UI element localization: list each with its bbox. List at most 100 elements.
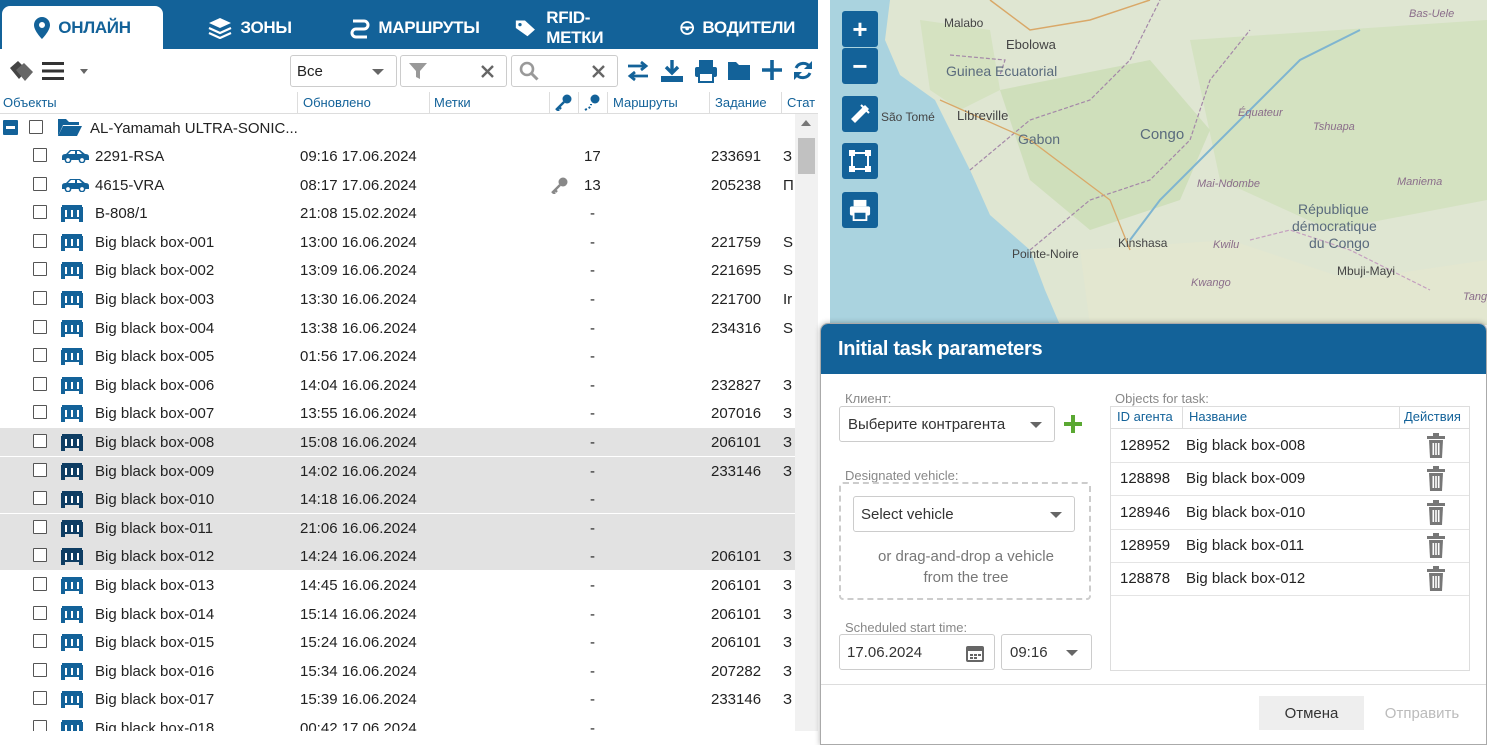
row-checkbox[interactable] [33, 405, 47, 420]
zoom-out-button[interactable]: − [842, 48, 878, 84]
col-agent-id[interactable]: ID агента [1117, 409, 1173, 424]
list-menu-icon[interactable] [42, 61, 66, 81]
row-checkbox[interactable] [33, 233, 47, 248]
col-task[interactable]: Задание [715, 95, 767, 110]
zoom-in-button[interactable]: + [842, 11, 878, 47]
row-checkbox[interactable] [33, 491, 47, 506]
table-row[interactable]: B-808/1 21:08 15.02.2024 - [0, 199, 795, 227]
row-checkbox[interactable] [33, 662, 47, 677]
row-checkbox[interactable] [33, 205, 47, 220]
swap-icon[interactable] [626, 60, 650, 82]
table-row[interactable]: Big black box-003 13:30 16.06.2024 - 221700… [0, 285, 795, 313]
row-checkbox[interactable] [33, 262, 47, 277]
measure-button[interactable] [842, 96, 878, 132]
route-map-icon[interactable] [583, 94, 601, 111]
row-checkbox[interactable] [33, 291, 47, 305]
trash-icon[interactable] [1425, 566, 1447, 595]
row-checkbox[interactable] [33, 634, 47, 649]
scroll-up-arrow[interactable] [801, 120, 811, 126]
tab-online[interactable]: ОНЛАЙН [2, 6, 163, 49]
row-checkbox[interactable] [33, 176, 47, 191]
table-row[interactable]: Big black box-002 13:09 16.06.2024 - 221695… [0, 256, 795, 284]
steering-wheel-icon [680, 20, 695, 35]
start-time-select[interactable]: 09:16 [1001, 634, 1092, 670]
trash-icon[interactable] [1425, 466, 1447, 495]
task-dialog: Initial task parameters Клиент: Выберите… [820, 323, 1487, 745]
col-tags[interactable]: Метки [434, 95, 471, 110]
tab-rfid[interactable]: RFID-МЕТКИ [515, 6, 630, 49]
table-row[interactable]: Big black box-015 15:24 16.06.2024 - 206101… [0, 628, 795, 656]
filter-select[interactable]: Все [290, 55, 397, 87]
row-checkbox[interactable] [33, 519, 47, 534]
table-row[interactable]: Big black box-017 15:39 16.06.2024 - 233146… [0, 685, 795, 713]
table-row[interactable]: Big black box-010 14:18 16.06.2024 - [0, 485, 795, 514]
table-row[interactable]: Big black box-011 21:06 16.06.2024 - [0, 513, 795, 542]
row-checkbox[interactable] [33, 462, 47, 477]
table-row[interactable]: Big black box-013 14:45 16.06.2024 - 206101… [0, 571, 795, 599]
plus-icon[interactable] [761, 59, 783, 81]
row-checkbox[interactable] [33, 548, 47, 563]
table-row[interactable]: Big black box-007 13:55 16.06.2024 - 207016… [0, 399, 795, 427]
col-objects[interactable]: Объекты [3, 95, 57, 110]
table-row[interactable]: Big black box-004 13:38 16.06.2024 - 234316… [0, 314, 795, 342]
download-icon[interactable] [660, 59, 684, 83]
table-row[interactable]: 2291-RSA 09:16 17.06.2024 17 233691 З [0, 142, 795, 170]
group-row[interactable]: AL-Yamamah ULTRA-SONIC... [0, 114, 795, 142]
map[interactable]: Malabo Ebolowa Guinea Ecuatorial São Tom… [830, 0, 1487, 325]
row-checkbox[interactable] [33, 720, 47, 731]
table-row[interactable]: Big black box-001 13:00 16.06.2024 - 221759… [0, 228, 795, 256]
group-checkbox[interactable] [29, 120, 43, 134]
table-row[interactable]: Big black box-008 15:08 16.06.2024 - 206101… [0, 428, 795, 456]
add-client-icon[interactable] [1063, 414, 1083, 434]
table-row[interactable]: Big black box-005 01:56 17.06.2024 - [0, 342, 795, 370]
tab-zones[interactable]: ЗОНЫ [200, 6, 300, 49]
search-input[interactable] [511, 55, 618, 87]
table-row[interactable]: Big black box-016 15:34 16.06.2024 - 207282… [0, 657, 795, 685]
scrollbar[interactable] [795, 114, 818, 731]
chevron-down-icon[interactable] [80, 69, 88, 74]
folder-icon[interactable] [727, 60, 751, 81]
table-row[interactable]: Big black box-009 14:02 16.06.2024 - 233146… [0, 456, 795, 485]
cancel-button[interactable]: Отмена [1259, 696, 1364, 730]
table-row[interactable]: 4615-VRA 08:17 17.06.2024 13 205238 П [0, 171, 795, 199]
col-updated[interactable]: Обновлено [303, 95, 371, 110]
table-row[interactable]: Big black box-018 00:42 17.06.2024 - [0, 714, 795, 731]
row-checkbox[interactable] [33, 691, 47, 706]
calendar-icon[interactable] [966, 644, 984, 662]
refresh-icon[interactable] [793, 60, 813, 81]
row-checkbox[interactable] [33, 348, 47, 363]
row-checkbox[interactable] [33, 148, 47, 162]
trash-icon[interactable] [1425, 532, 1447, 562]
table-row[interactable]: Big black box-012 14:24 16.06.2024 - 206101… [0, 542, 795, 571]
col-status[interactable]: Стат [787, 95, 815, 110]
tag-filter[interactable] [400, 55, 507, 87]
trash-icon[interactable] [1425, 433, 1447, 462]
col-routes[interactable]: Маршруты [613, 95, 678, 110]
table-row[interactable]: Big black box-014 15:14 16.06.2024 - 206101… [0, 600, 795, 628]
route-count: 13 [584, 176, 601, 194]
vehicle-select[interactable]: Select vehicle [853, 496, 1075, 532]
key-icon[interactable] [555, 94, 573, 111]
row-checkbox[interactable] [33, 605, 47, 620]
trash-icon[interactable] [1425, 499, 1447, 529]
submit-button[interactable]: Отправить [1374, 696, 1470, 730]
tags-icon[interactable] [8, 60, 34, 82]
clear-icon[interactable] [481, 65, 494, 78]
row-checkbox[interactable] [33, 319, 47, 334]
draw-polygon-button[interactable] [842, 143, 878, 179]
clear-icon[interactable] [592, 65, 605, 78]
map-print-button[interactable] [842, 192, 878, 228]
vehicle-drop-zone[interactable]: Select vehicle or drag-and-drop a vehicl… [839, 482, 1091, 600]
scroll-thumb[interactable] [798, 138, 815, 174]
row-checkbox[interactable] [33, 376, 47, 391]
client-select[interactable]: Выберите контрагента [839, 406, 1055, 442]
tab-drivers[interactable]: ВОДИТЕЛИ [680, 6, 795, 49]
table-row[interactable]: Big black box-006 14:04 16.06.2024 - 232827… [0, 371, 795, 399]
row-checkbox[interactable] [33, 577, 47, 591]
collapse-toggle[interactable] [3, 120, 18, 135]
col-name[interactable]: Название [1189, 409, 1247, 424]
start-date-input[interactable]: 17.06.2024 [839, 634, 995, 670]
print-icon[interactable] [694, 59, 718, 83]
row-checkbox[interactable] [33, 434, 47, 448]
tab-routes[interactable]: МАРШРУТЫ [345, 6, 485, 49]
